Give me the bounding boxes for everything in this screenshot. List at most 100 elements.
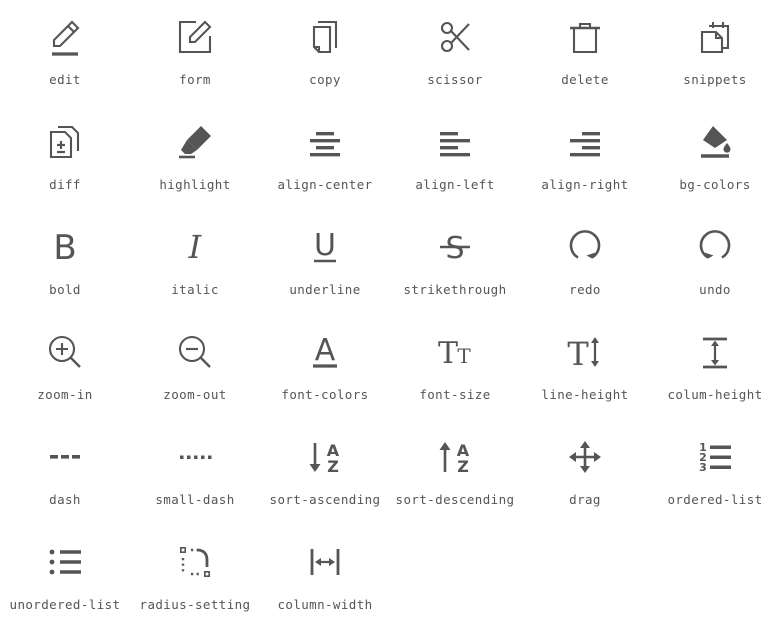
icon-grid: edit form copy scissor delete snippets d… (0, 0, 780, 630)
italic-glyph-text: I (188, 228, 203, 266)
line-height-glyph-text: T (567, 335, 589, 373)
zoom-out-icon[interactable] (172, 329, 218, 375)
icon-label: colum-height (667, 387, 763, 402)
icon-cell-undo[interactable]: undo (650, 210, 780, 315)
icon-cell-line-height[interactable]: T line-height (520, 315, 650, 420)
icon-label: column-width (277, 597, 373, 612)
icon-cell-colum-height[interactable]: colum-height (650, 315, 780, 420)
icon-label: snippets (683, 72, 747, 87)
icon-label: undo (699, 282, 731, 297)
scissor-icon[interactable] (432, 14, 478, 60)
icon-label: edit (49, 72, 81, 87)
icon-label: radius-setting (139, 597, 251, 612)
font-colors-icon[interactable]: A (302, 329, 348, 375)
sort-ascending-icon[interactable]: A Z (302, 434, 348, 480)
icon-cell-ordered-list[interactable]: 1 2 3 ordered-list (650, 420, 780, 525)
icon-cell-align-right[interactable]: align-right (520, 105, 650, 210)
strikethrough-icon[interactable]: S (432, 224, 478, 270)
small-dash-icon[interactable] (172, 434, 218, 480)
diff-icon[interactable] (42, 119, 88, 165)
icon-cell-delete[interactable]: delete (520, 0, 650, 105)
font-size-big-text: T (438, 336, 458, 371)
icon-cell-form[interactable]: form (130, 0, 260, 105)
zoom-in-icon[interactable] (42, 329, 88, 375)
icon-cell-bold[interactable]: B bold (0, 210, 130, 315)
icon-cell-font-colors[interactable]: A font-colors (260, 315, 390, 420)
font-size-icon[interactable]: T T (432, 329, 478, 375)
icon-cell-sort-descending[interactable]: A Z sort-descending (390, 420, 520, 525)
align-right-icon[interactable] (562, 119, 608, 165)
icon-label: scissor (427, 72, 483, 87)
icon-cell-redo[interactable]: redo (520, 210, 650, 315)
snippets-icon[interactable] (692, 14, 738, 60)
icon-cell-strikethrough[interactable]: S strikethrough (390, 210, 520, 315)
icon-cell-highlight[interactable]: highlight (130, 105, 260, 210)
icon-label: italic (171, 282, 219, 297)
font-size-small-text: T (457, 344, 471, 368)
icon-label: align-right (541, 177, 629, 192)
icon-label: align-center (277, 177, 373, 192)
icon-label: bg-colors (679, 177, 751, 192)
icon-cell-snippets[interactable]: snippets (650, 0, 780, 105)
icon-cell-underline[interactable]: U underline (260, 210, 390, 315)
icon-label: align-left (415, 177, 495, 192)
icon-label: bold (49, 282, 81, 297)
icon-cell-scissor[interactable]: scissor (390, 0, 520, 105)
icon-label: sort-ascending (269, 492, 381, 507)
icon-cell-italic[interactable]: I italic (130, 210, 260, 315)
icon-label: dash (49, 492, 81, 507)
icon-label: drag (569, 492, 601, 507)
icon-label: ordered-list (667, 492, 763, 507)
strikethrough-glyph-text: S (445, 231, 464, 266)
icon-cell-align-left[interactable]: align-left (390, 105, 520, 210)
colum-height-icon[interactable] (692, 329, 738, 375)
dash-icon[interactable] (42, 434, 88, 480)
icon-cell-drag[interactable]: drag (520, 420, 650, 525)
drag-icon[interactable] (562, 434, 608, 480)
line-height-icon[interactable]: T (562, 329, 608, 375)
icon-cell-small-dash[interactable]: small-dash (130, 420, 260, 525)
icon-label: font-colors (281, 387, 369, 402)
undo-icon[interactable] (692, 224, 738, 270)
icon-label: copy (309, 72, 341, 87)
ordered-list-icon[interactable]: 1 2 3 (692, 434, 738, 480)
ordered-three-text: 3 (699, 461, 707, 474)
copy-icon[interactable] (302, 14, 348, 60)
column-width-icon[interactable] (302, 539, 348, 585)
align-left-icon[interactable] (432, 119, 478, 165)
icon-cell-unordered-list[interactable]: unordered-list (0, 525, 130, 630)
icon-label: redo (569, 282, 601, 297)
icon-cell-zoom-out[interactable]: zoom-out (130, 315, 260, 420)
icon-label: zoom-out (163, 387, 227, 402)
italic-icon[interactable]: I (172, 224, 218, 270)
icon-cell-dash[interactable]: dash (0, 420, 130, 525)
icon-cell-copy[interactable]: copy (260, 0, 390, 105)
icon-cell-align-center[interactable]: align-center (260, 105, 390, 210)
radius-setting-icon[interactable] (172, 539, 218, 585)
icon-label: form (179, 72, 211, 87)
icon-cell-bg-colors[interactable]: bg-colors (650, 105, 780, 210)
underline-icon[interactable]: U (302, 224, 348, 270)
underline-glyph-text: U (314, 228, 336, 263)
icon-label: unordered-list (9, 597, 121, 612)
icon-cell-diff[interactable]: diff (0, 105, 130, 210)
icon-label: sort-descending (395, 492, 515, 507)
icon-cell-edit[interactable]: edit (0, 0, 130, 105)
icon-cell-sort-ascending[interactable]: A Z sort-ascending (260, 420, 390, 525)
bold-icon[interactable]: B (42, 224, 88, 270)
icon-cell-radius-setting[interactable]: radius-setting (130, 525, 260, 630)
icon-label: zoom-in (37, 387, 93, 402)
delete-icon[interactable] (562, 14, 608, 60)
icon-cell-font-size[interactable]: T T font-size (390, 315, 520, 420)
redo-icon[interactable] (562, 224, 608, 270)
icon-cell-zoom-in[interactable]: zoom-in (0, 315, 130, 420)
unordered-list-icon[interactable] (42, 539, 88, 585)
highlight-icon[interactable] (172, 119, 218, 165)
icon-cell-column-width[interactable]: column-width (260, 525, 390, 630)
align-center-icon[interactable] (302, 119, 348, 165)
edit-icon[interactable] (42, 14, 88, 60)
bg-colors-icon[interactable] (692, 119, 738, 165)
sort-descending-icon[interactable]: A Z (432, 434, 478, 480)
form-icon[interactable] (172, 14, 218, 60)
sort-z-text: Z (327, 457, 339, 476)
